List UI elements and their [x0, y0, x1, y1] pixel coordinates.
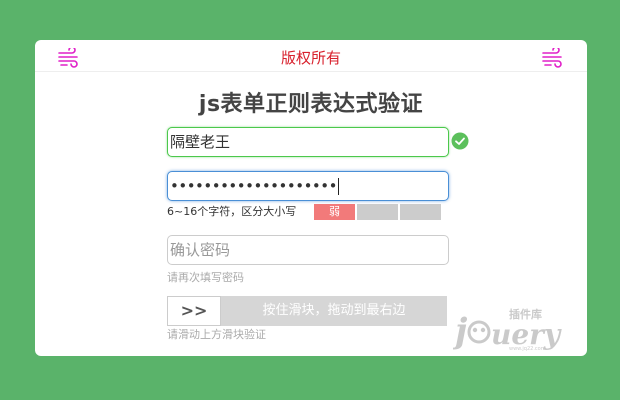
confirm-password-input[interactable]: 确认密码	[167, 235, 449, 265]
strength-strong	[400, 204, 441, 220]
jquery-logo: j uery 插件库 www.jq22.com	[453, 307, 562, 352]
password-hint: 6~16个字符，区分大小写	[167, 205, 297, 218]
text-caret	[337, 178, 339, 195]
svg-text:插件库: 插件库	[509, 307, 542, 321]
confirm-password-placeholder: 确认密码	[170, 241, 231, 259]
svg-text:j: j	[453, 311, 468, 351]
username-value: 隔壁老王	[170, 133, 231, 151]
banner: 版权所有	[35, 40, 587, 72]
password-input[interactable]: ••••••••••••••••••••	[167, 171, 449, 201]
slider-captcha[interactable]: >> 按住滑块，拖动到最右边	[167, 296, 447, 326]
slider-help: 请滑动上方滑块验证	[167, 328, 266, 341]
form-card: 版权所有 js表单正则表达式验证 隔壁老王 ••••••••••••••••••…	[35, 40, 587, 356]
wind-icon	[542, 48, 562, 68]
password-value: ••••••••••••••••••••	[170, 177, 337, 195]
check-circle-icon	[451, 132, 469, 150]
page-title: js表单正则表达式验证	[198, 92, 424, 117]
strength-medium	[357, 204, 398, 220]
double-chevron-right-icon: >>	[180, 301, 208, 320]
copyright-banner-text: 版权所有	[280, 49, 341, 67]
svg-text:www.jq22.com: www.jq22.com	[509, 346, 546, 352]
confirm-password-help: 请再次填写密码	[167, 271, 244, 284]
strength-weak: 弱	[314, 204, 355, 220]
slider-handle[interactable]: >>	[167, 296, 221, 326]
username-input[interactable]: 隔壁老王	[167, 127, 449, 157]
slider-instruction: 按住滑块，拖动到最右边	[262, 303, 406, 318]
